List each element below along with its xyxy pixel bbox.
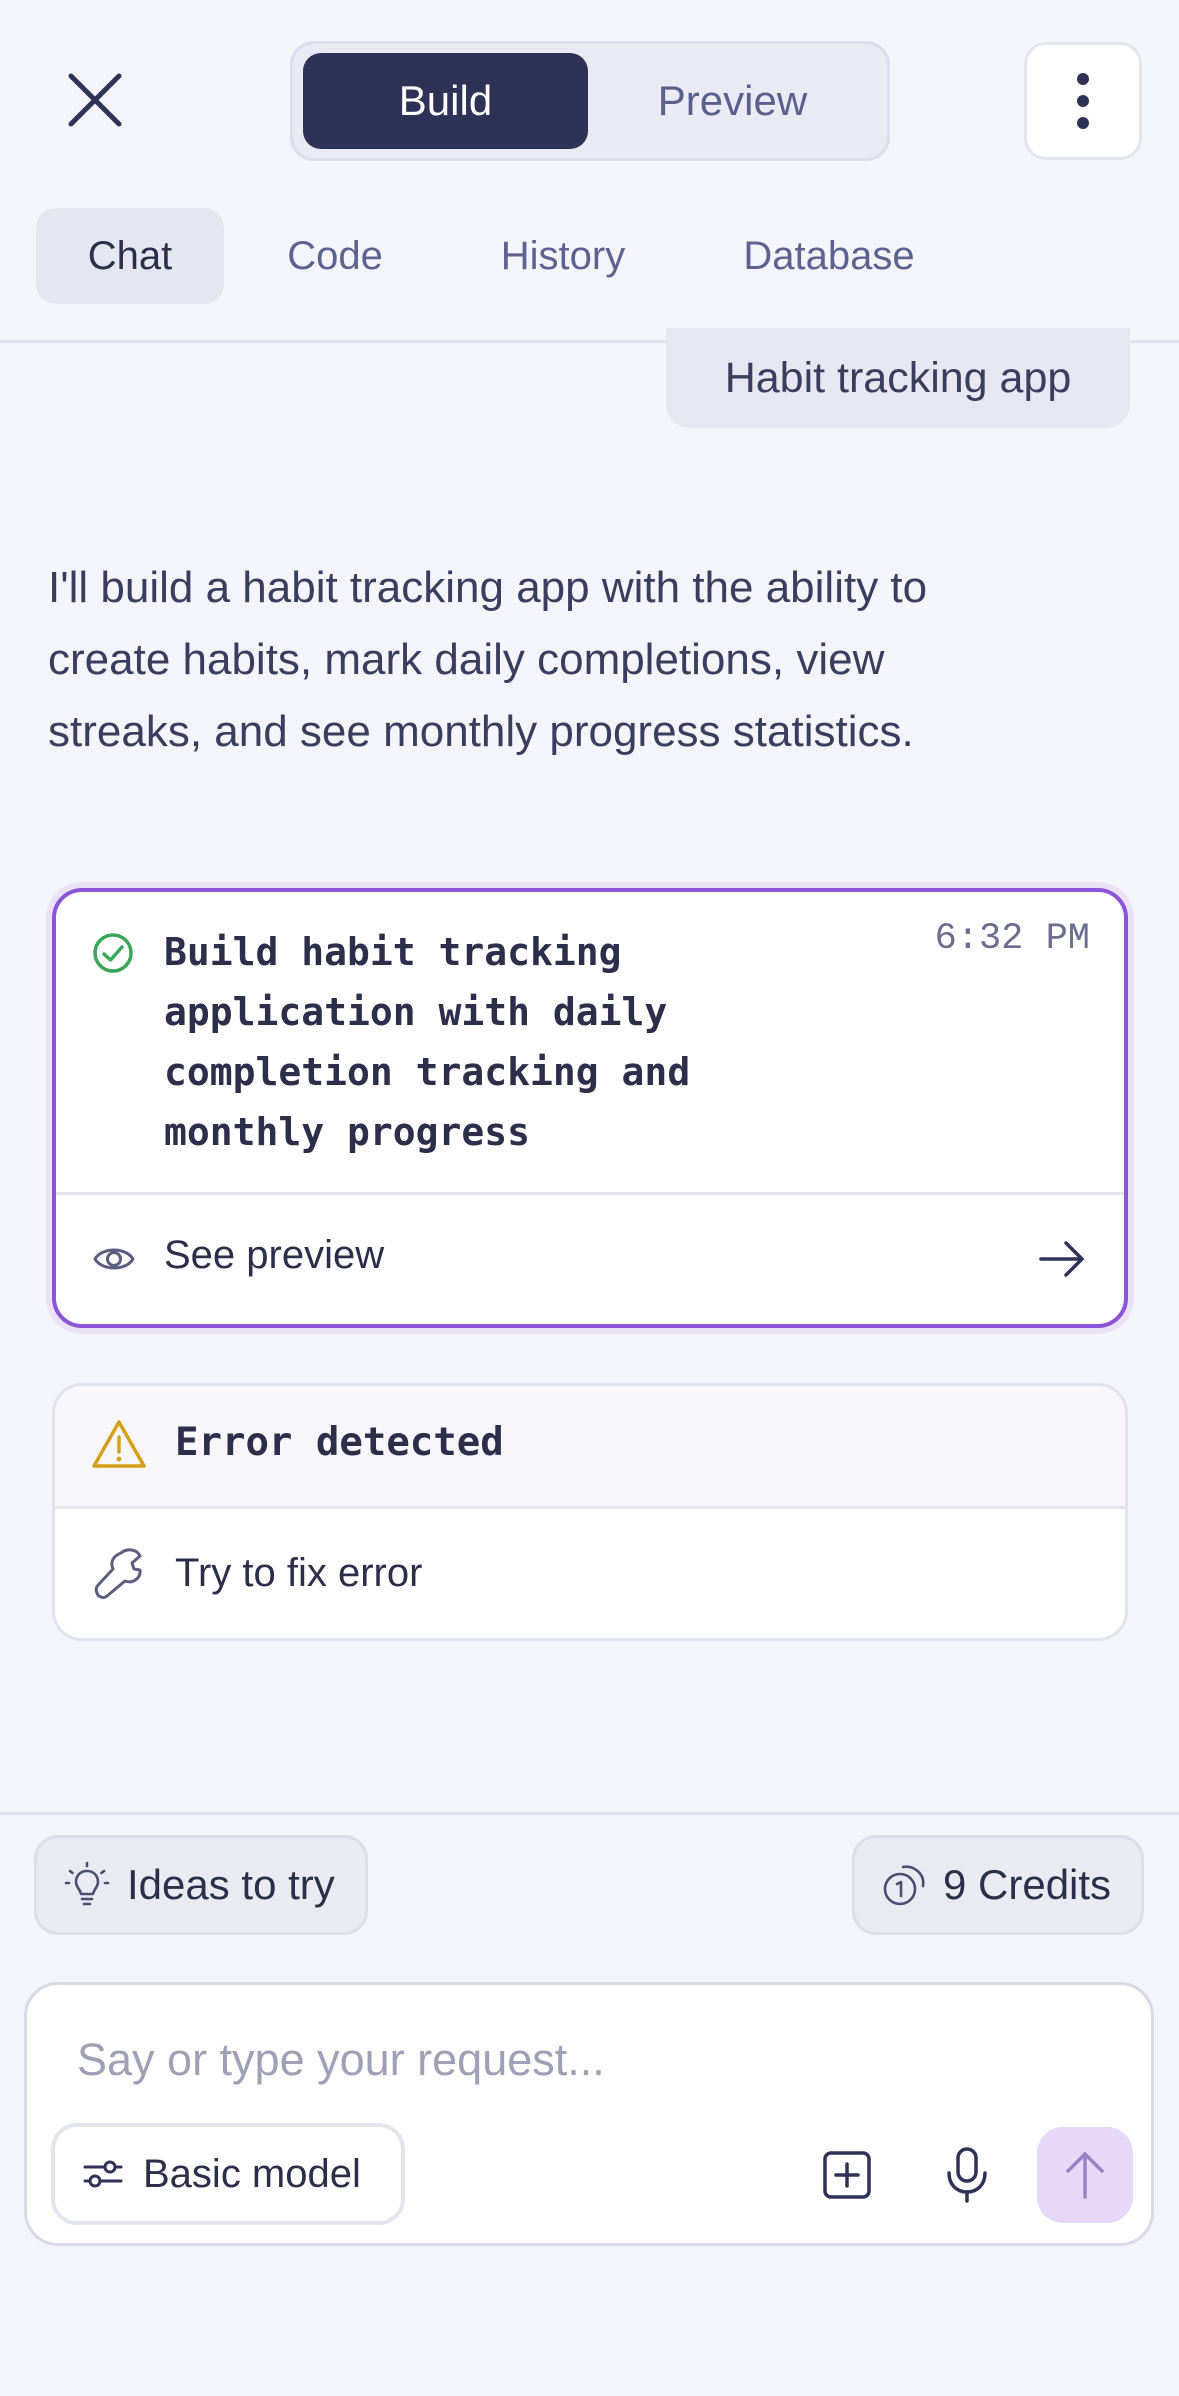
wrench-icon	[94, 1548, 142, 1599]
tab-code[interactable]: Code	[272, 208, 398, 304]
see-preview-button[interactable]: See preview	[56, 1195, 1124, 1324]
error-title: Error detected	[175, 1420, 504, 1465]
assistant-message: I'll build a habit tracking app with the…	[48, 563, 928, 756]
tab-history[interactable]: History	[484, 208, 642, 304]
eye-icon	[93, 1248, 135, 1270]
task-timestamp: 6:32 PM	[934, 918, 1090, 960]
close-icon	[68, 73, 122, 127]
arrow-up-icon	[1066, 2152, 1104, 2199]
error-card: Error detected Try to fix error	[52, 1383, 1128, 1641]
user-message: Habit tracking app	[666, 328, 1130, 428]
add-square-icon[interactable]	[817, 2145, 877, 2205]
model-selector-button[interactable]: Basic model	[51, 2123, 405, 2225]
try-fix-error-button[interactable]: Try to fix error	[55, 1509, 1125, 1638]
coin-icon	[883, 1865, 925, 1906]
preview-mode-button[interactable]: Preview	[588, 53, 877, 149]
arrow-right-icon	[1039, 1241, 1084, 1277]
try-fix-error-label: Try to fix error	[175, 1551, 423, 1595]
model-label: Basic model	[143, 2151, 361, 2196]
composer: Basic model	[24, 1982, 1154, 2246]
close-button[interactable]	[55, 60, 135, 140]
microphone-icon[interactable]	[937, 2143, 997, 2207]
tab-chat[interactable]: Chat	[36, 208, 224, 304]
task-title: Build habit tracking application with da…	[164, 930, 691, 1154]
warning-icon	[92, 1420, 146, 1468]
ideas-to-try-label: Ideas to try	[127, 1861, 335, 1908]
bottom-divider	[0, 1812, 1179, 1815]
ideas-to-try-button[interactable]: Ideas to try	[34, 1835, 368, 1935]
task-card: Build habit tracking application with da…	[52, 888, 1128, 1328]
sliders-icon	[83, 2160, 123, 2188]
send-button[interactable]	[1037, 2127, 1133, 2223]
error-header: Error detected	[55, 1386, 1125, 1506]
see-preview-label: See preview	[164, 1233, 385, 1277]
credits-button[interactable]: 9 Credits	[852, 1835, 1144, 1935]
more-vertical-icon	[1077, 73, 1089, 129]
tab-database[interactable]: Database	[724, 208, 934, 304]
more-menu-button[interactable]	[1024, 42, 1142, 160]
mode-toggle: Build Preview	[290, 41, 890, 161]
request-input[interactable]	[77, 2025, 977, 2095]
check-circle-icon	[93, 933, 133, 973]
credits-label: 9 Credits	[943, 1861, 1112, 1908]
build-mode-button[interactable]: Build	[303, 53, 588, 149]
lightbulb-icon	[64, 1861, 110, 1906]
